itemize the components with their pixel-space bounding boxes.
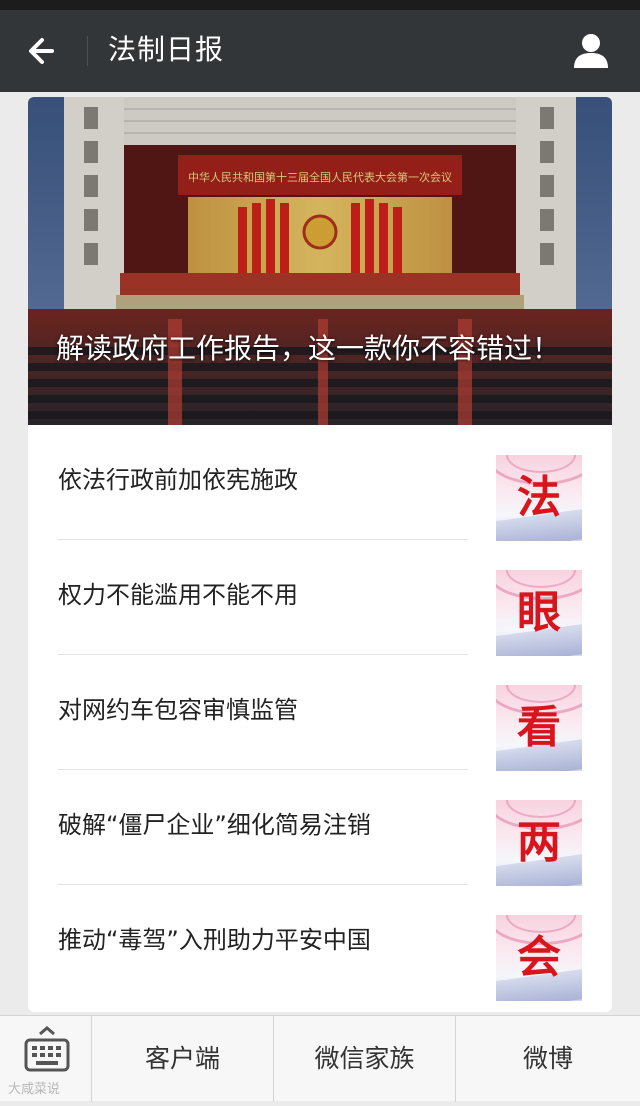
news-item-4[interactable]: 破解“僵尸企业”细化简易注销 两 [28, 770, 612, 886]
news-title: 推动“毒驾”入刑助力平安中国 [58, 926, 371, 954]
news-thumbnail: 两 [496, 800, 582, 886]
hero-article[interactable]: 中华人民共和国第十三届全国人民代表大会第一次会议 解读政府工作报告，这一款你不容… [28, 97, 612, 425]
menu-label: 微博 [522, 1044, 573, 1073]
news-thumbnail: 眼 [496, 570, 582, 656]
profile-button[interactable] [566, 26, 616, 76]
menu-client-button[interactable]: 客户端 [92, 1016, 274, 1102]
menu-wechat-family-button[interactable]: 微信家族 [274, 1016, 456, 1102]
menu-label: 客户端 [144, 1044, 220, 1073]
navbar-divider [87, 36, 88, 66]
news-item-2[interactable]: 权力不能滥用不能不用 眼 [28, 540, 612, 656]
news-title: 依法行政前加依宪施政 [58, 466, 298, 494]
news-title: 对网约车包容审慎监管 [58, 696, 298, 724]
news-thumbnail: 法 [496, 455, 582, 541]
person-icon [574, 34, 608, 68]
hero-image: 中华人民共和国第十三届全国人民代表大会第一次会议 [28, 97, 612, 425]
menu-label: 微信家族 [314, 1044, 415, 1073]
back-button[interactable] [20, 26, 70, 76]
status-bar [0, 0, 640, 10]
news-thumbnail: 会 [496, 915, 582, 1001]
page-title: 法制日报 [108, 33, 225, 66]
bottom-menu-bar: 客户端 微信家族 微博 [0, 1015, 640, 1102]
article-card: 中华人民共和国第十三届全国人民代表大会第一次会议 解读政府工作报告，这一款你不容… [28, 97, 612, 1012]
watermark: 大咸菜说 [8, 1082, 61, 1097]
thumbnail-char: 会 [517, 932, 561, 983]
thumbnail-char: 看 [517, 702, 561, 753]
top-navbar: 法制日报 [0, 10, 640, 92]
menu-weibo-button[interactable]: 微博 [456, 1016, 640, 1102]
news-item-5[interactable]: 推动“毒驾”入刑助力平安中国 会 [28, 885, 612, 1001]
news-title: 破解“僵尸企业”细化简易注销 [58, 811, 371, 839]
thumbnail-char: 眼 [517, 587, 561, 638]
thumbnail-char: 两 [517, 817, 561, 868]
news-item-1[interactable]: 依法行政前加依宪施政 法 [28, 425, 612, 541]
news-thumbnail: 看 [496, 685, 582, 771]
news-item-3[interactable]: 对网约车包容审慎监管 看 [28, 655, 612, 771]
back-arrow-icon [29, 38, 54, 64]
thumbnail-char: 法 [517, 472, 561, 523]
news-title: 权力不能滥用不能不用 [58, 581, 298, 609]
hero-caption: 解读政府工作报告，这一款你不容错过！ [56, 332, 561, 365]
